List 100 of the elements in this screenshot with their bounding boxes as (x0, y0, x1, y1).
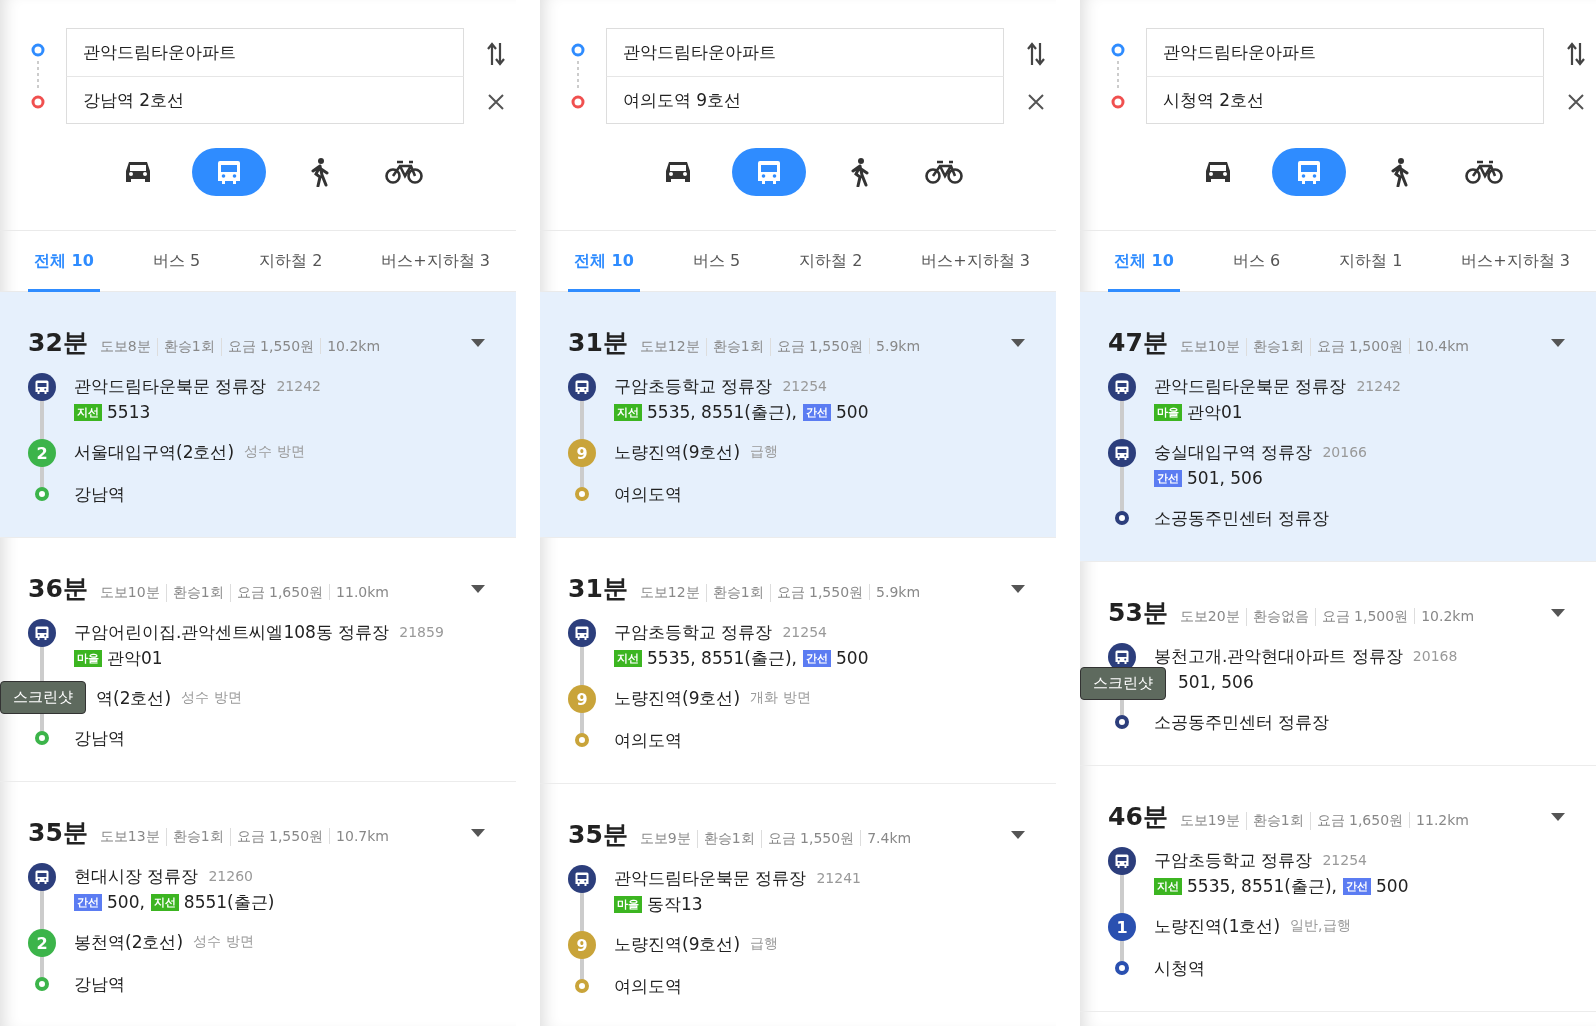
bus-stop-number: 21242 (276, 378, 321, 394)
direction-label: 일반,급행 (1290, 917, 1351, 935)
route-info: 요금 1,650원 (1309, 812, 1410, 830)
route-card[interactable]: 35분 도보13분 환승1회 요금 1,550원 10.7km 현대시장 정류장 21260 간선 500, 지선 8551(출근) 2 봉천역(2호선) 성수 방면 강남역 (0, 782, 516, 1026)
bus-stop-icon (568, 373, 596, 401)
travel-time: 31분 (568, 327, 628, 359)
filter-tab[interactable]: 버스+지하철 3 (915, 231, 1036, 292)
bus-stop-icon (28, 373, 56, 401)
swap-icon[interactable] (486, 41, 506, 67)
dropdown-arrow-icon[interactable] (1550, 337, 1566, 348)
route-info: 요금 1,500원 (1314, 608, 1415, 626)
bus-stop-name: 구암어린이집.관악센트씨엘108동 정류장 (74, 620, 390, 644)
route-info: 5.9km (869, 584, 927, 600)
bus-type-tag: 지선 (150, 893, 179, 911)
route-info: 도보9분 (638, 830, 692, 848)
filter-tab[interactable]: 버스 5 (146, 231, 207, 292)
route-card[interactable]: 46분 도보19분 환승1회 요금 1,650원 11.2km 구암초등학교 정류장 21254 지선 5535, 8551(출근), 간선 500 1 노량진역(1호선) 일반,급행 시청역 (1080, 766, 1596, 1012)
route-info: 환승1회 (705, 338, 770, 356)
travel-time: 36분 (28, 573, 88, 605)
destination-field[interactable]: 강남역 2호선 (65, 76, 464, 124)
screenshot-tooltip: 스크린샷 (0, 681, 86, 714)
close-icon[interactable] (487, 93, 505, 111)
route-info: 도보20분 (1178, 608, 1241, 626)
dropdown-arrow-icon[interactable] (470, 583, 486, 594)
destination-field[interactable]: 시청역 2호선 (1145, 76, 1544, 124)
station-name: 역(2호선) (96, 686, 172, 710)
bus-number: 500 (836, 648, 869, 668)
bus-stop-icon (1108, 373, 1136, 401)
route-card[interactable]: 35분 도보9분 환승1회 요금 1,550원 7.4km 관악드림타운북문 정류장 21241 마을 동작13 9 노량진역(9호선) 급행 여의도역 (540, 784, 1056, 1026)
subway-line-badge: 1 (1108, 913, 1136, 941)
subway-line-badge: 9 (568, 439, 596, 467)
close-icon[interactable] (1567, 93, 1585, 111)
origin-pin-icon (570, 43, 585, 57)
origin-field[interactable]: 관악드림타운아파트 (605, 28, 1004, 76)
swap-icon[interactable] (1566, 41, 1586, 67)
origin-field[interactable]: 관악드림타운아파트 (1145, 28, 1544, 76)
bus-number: 5535, 8551(출근), (647, 646, 797, 670)
route-card[interactable]: 32분 도보8분 환승1회 요금 1,550원 10.2km 관악드림타운북문 정류장 21242 지선 5513 2 서울대입구역(2호선) 성수 방면 강남역 (0, 292, 516, 538)
bus-mode-button[interactable] (192, 148, 266, 196)
filter-tab[interactable]: 버스+지하철 3 (375, 231, 496, 292)
travel-time: 32분 (28, 327, 88, 359)
bus-stop-number: 21260 (208, 868, 253, 884)
route-info: 환승없음 (1245, 608, 1315, 626)
bus-number: 501, 506 (1187, 468, 1263, 488)
dropdown-arrow-icon[interactable] (1010, 829, 1026, 840)
dropdown-arrow-icon[interactable] (1550, 811, 1566, 822)
bus-number: 500 (836, 402, 869, 422)
bus-stop-name: 구암초등학교 정류장 (614, 374, 773, 398)
route-info: 환승1회 (165, 584, 230, 602)
dropdown-arrow-icon[interactable] (1010, 583, 1026, 594)
route-info: 요금 1,550원 (220, 338, 321, 356)
dropdown-arrow-icon[interactable] (470, 827, 486, 838)
route-card[interactable]: 47분 도보10분 환승1회 요금 1,500원 10.4km 관악드림타운북문 정류장 21242 마을 관악01 숭실대입구역 정류장 20166 간선 501, 506 소공동주민센터 정류장 (1080, 292, 1596, 562)
bus-type-tag: 지선 (1154, 877, 1182, 895)
destination-dot-icon (1115, 961, 1129, 975)
bus-stop-number: 21254 (1322, 852, 1367, 868)
filter-tab[interactable]: 버스 6 (1226, 231, 1287, 292)
filter-tab[interactable]: 지하철 2 (793, 231, 869, 292)
close-icon[interactable] (1027, 93, 1045, 111)
station-name: 노량진역(9호선) (614, 686, 741, 710)
route-card[interactable]: 36분 도보10분 환승1회 요금 1,650원 11.0km 구암어린이집.관악센트씨엘108동 정류장 21859 마을 관악01 스크린샷 역(2호선) 성수 방면 강남역 (0, 538, 516, 782)
origin-field[interactable]: 관악드림타운아파트 (65, 28, 464, 76)
filter-tab[interactable]: 버스+지하철 3 (1455, 231, 1576, 292)
bus-stop-icon (568, 619, 596, 647)
swap-icon[interactable] (1026, 41, 1046, 67)
bus-type-tag: 지선 (74, 403, 102, 421)
bus-stop-name: 관악드림타운북문 정류장 (74, 374, 267, 398)
dropdown-arrow-icon[interactable] (470, 337, 486, 348)
arrival-name: 여의도역 (614, 974, 682, 998)
car-icon (663, 159, 693, 185)
filter-tab[interactable]: 버스 5 (686, 231, 747, 292)
route-card[interactable]: 31분 도보12분 환승1회 요금 1,550원 5.9km 구암초등학교 정류장 21254 지선 5535, 8551(출근), 간선 500 9 노량진역(9호선) 급행 여의도역 (540, 292, 1056, 538)
bus-number: 500 (1376, 876, 1409, 896)
route-info: 도보10분 (98, 584, 161, 602)
filter-tab[interactable]: 지하철 2 (253, 231, 329, 292)
station-name: 봉천역(2호선) (74, 930, 184, 954)
dropdown-arrow-icon[interactable] (1550, 607, 1566, 618)
screenshot-tooltip: 스크린샷 (1080, 667, 1166, 700)
route-info: 도보19분 (1178, 812, 1241, 830)
bus-number: 8551(출근) (183, 890, 275, 914)
route-card[interactable]: 53분 도보20분 환승없음 요금 1,500원 10.2km 봉천고개.관악현대아파트 정류장 20168 스크린샷 501, 506 소공동주민센터 정류장 (1080, 562, 1596, 766)
bus-stop-number: 20168 (1412, 648, 1458, 664)
bus-mode-button[interactable] (1272, 148, 1346, 196)
route-info: 도보10분 (1178, 338, 1241, 356)
destination-pin-icon (30, 95, 45, 109)
origin-pin-icon (30, 43, 45, 57)
filter-tab[interactable]: 지하철 1 (1333, 231, 1409, 292)
bicycle-icon (925, 159, 963, 185)
route-card[interactable]: 31분 도보12분 환승1회 요금 1,550원 5.9km 구암초등학교 정류장 21254 지선 5535, 8551(출근), 간선 500 9 노량진역(9호선) 개화 방면 여의도역 (540, 538, 1056, 784)
bus-type-tag: 간선 (1154, 469, 1182, 487)
destination-field[interactable]: 여의도역 9호선 (605, 76, 1004, 124)
route-info: 도보8분 (98, 338, 152, 356)
bus-icon (755, 158, 783, 186)
route-info: 요금 1,550원 (769, 338, 870, 356)
route-info: 요금 1,550원 (769, 584, 870, 602)
dropdown-arrow-icon[interactable] (1010, 337, 1026, 348)
bus-mode-button[interactable] (732, 148, 806, 196)
destination-dot-icon (35, 731, 49, 745)
bus-stop-name: 숭실대입구역 정류장 (1154, 440, 1313, 464)
destination-pin-icon (1110, 95, 1125, 109)
